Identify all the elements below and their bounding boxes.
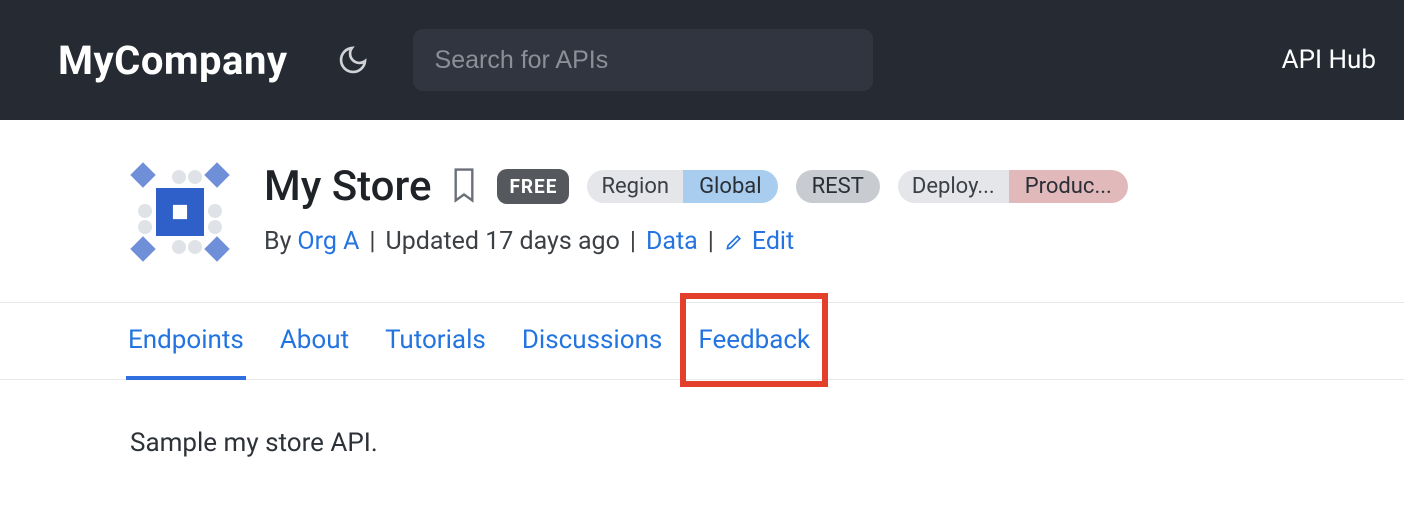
bookmark-button[interactable] bbox=[449, 166, 479, 208]
bookmark-icon bbox=[449, 166, 479, 204]
tab-about[interactable]: About bbox=[278, 303, 351, 379]
moon-icon bbox=[337, 44, 369, 76]
badge-region-label: Region bbox=[587, 170, 683, 203]
category-link[interactable]: Data bbox=[646, 227, 698, 256]
api-meta: By Org A | Updated 17 days ago | Data | … bbox=[264, 227, 1404, 256]
tab-discussions[interactable]: Discussions bbox=[520, 303, 665, 379]
badge-region: Region Global bbox=[587, 170, 777, 203]
edit-label: Edit bbox=[752, 227, 794, 256]
badge-rest: REST bbox=[796, 170, 880, 203]
by-prefix: By bbox=[264, 227, 291, 256]
api-hub-link[interactable]: API Hub bbox=[1282, 45, 1376, 75]
search-input[interactable] bbox=[413, 29, 873, 91]
tabs-container: Endpoints About Tutorials Discussions Feedba… bbox=[0, 302, 1404, 380]
api-logo-icon bbox=[130, 162, 230, 262]
title-row: My Store FREE Region Global REST Deploy.… bbox=[264, 162, 1404, 211]
badge-deploy-label: Deploy... bbox=[898, 170, 1009, 203]
badge-deployment: Deploy... Produc... bbox=[898, 170, 1128, 203]
theme-toggle-button[interactable] bbox=[333, 40, 373, 80]
tab-tutorials[interactable]: Tutorials bbox=[383, 303, 488, 379]
badge-free: FREE bbox=[497, 169, 569, 204]
updated-text: Updated 17 days ago bbox=[386, 227, 620, 256]
separator: | bbox=[626, 227, 640, 256]
org-link[interactable]: Org A bbox=[297, 227, 359, 256]
badge-deploy-value: Produc... bbox=[1009, 170, 1128, 203]
brand-logo[interactable]: MyCompany bbox=[58, 37, 288, 84]
page: My Store FREE Region Global REST Deploy.… bbox=[0, 120, 1404, 458]
tab-endpoints[interactable]: Endpoints bbox=[126, 303, 246, 379]
api-header: My Store FREE Region Global REST Deploy.… bbox=[0, 120, 1404, 276]
search-wrap bbox=[413, 29, 873, 91]
separator: | bbox=[704, 227, 718, 256]
api-title: My Store bbox=[264, 162, 431, 211]
pencil-icon bbox=[724, 232, 744, 252]
api-description: Sample my store API. bbox=[0, 380, 1404, 458]
separator: | bbox=[365, 227, 379, 256]
edit-button[interactable]: Edit bbox=[724, 227, 794, 256]
tab-feedback[interactable]: Feedback bbox=[696, 303, 812, 379]
badge-region-value: Global bbox=[683, 170, 778, 203]
top-bar: MyCompany API Hub bbox=[0, 0, 1404, 120]
